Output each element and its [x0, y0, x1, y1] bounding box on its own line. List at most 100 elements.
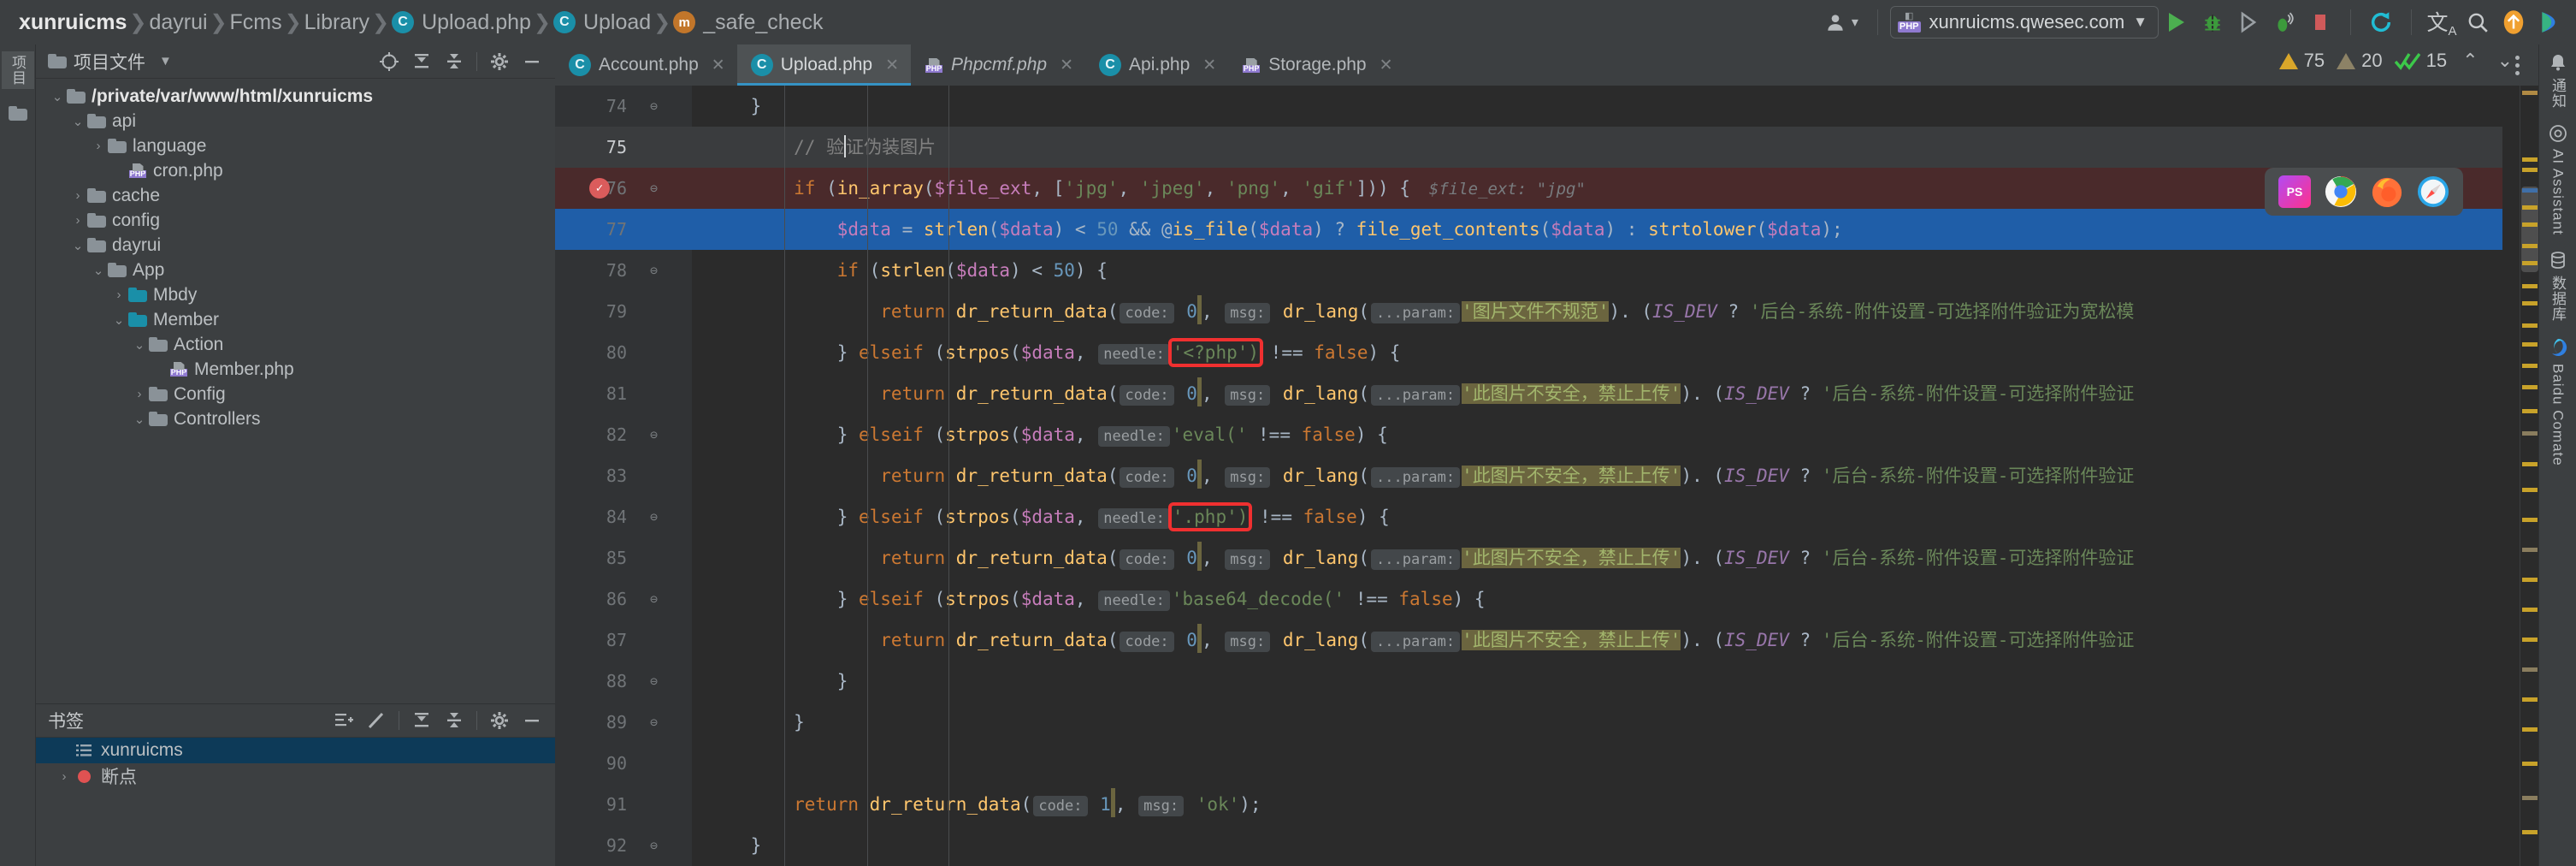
error-stripe-mark[interactable]: [2522, 796, 2538, 800]
code-line[interactable]: } elseif (strpos($data, needle:'base64_d…: [692, 578, 2502, 620]
tree-node[interactable]: › Config: [36, 382, 555, 406]
chevron-up-icon[interactable]: ⌃: [2459, 50, 2481, 72]
update-button[interactable]: [2363, 4, 2399, 40]
add-bookmark-icon[interactable]: [329, 707, 358, 734]
gutter-line[interactable]: 78 ⊖: [555, 250, 692, 291]
sidebar-item-folder[interactable]: [2, 94, 34, 132]
error-stripe-mark[interactable]: [2522, 431, 2538, 436]
gutter-line[interactable]: 75: [555, 127, 692, 168]
gutter-line[interactable]: 83: [555, 455, 692, 496]
gutter-line[interactable]: 92 ⊖: [555, 825, 692, 866]
chevron-down-icon[interactable]: ⌄: [130, 337, 149, 353]
chrome-icon[interactable]: [2325, 175, 2357, 208]
error-stripe-mark[interactable]: [2522, 762, 2538, 766]
breadcrumb-item[interactable]: m _safe_check: [673, 10, 824, 35]
code-line[interactable]: return dr_return_data(code: 0, msg: dr_l…: [692, 291, 2502, 332]
gutter-line[interactable]: 80: [555, 332, 692, 373]
code-fold-icon[interactable]: ⊖: [647, 427, 661, 442]
tree-node[interactable]: PHP cron.php: [36, 158, 555, 183]
breadcrumb-item[interactable]: Library: [304, 10, 369, 35]
tree-node[interactable]: ⌄ api: [36, 109, 555, 133]
project-panel-title[interactable]: 项目文件 ▼: [48, 49, 172, 74]
bookmarks-list[interactable]: xunruicms › 断点: [36, 738, 555, 866]
breadcrumb-item[interactable]: dayrui: [149, 10, 207, 35]
run-with-coverage-button[interactable]: [2230, 4, 2266, 40]
gutter-line[interactable]: 89 ⊖: [555, 702, 692, 743]
ai-assistant-tool-button[interactable]: AI Assistant: [2549, 124, 2567, 235]
breadcrumb-item[interactable]: xunruicms: [19, 10, 127, 35]
gutter-line[interactable]: 76 ✓ ⊖: [555, 168, 692, 209]
gutter-line[interactable]: 82 ⊖: [555, 414, 692, 455]
comate-button[interactable]: [2532, 4, 2567, 40]
code-line[interactable]: } elseif (strpos($data, needle: '<?php') …: [692, 332, 2502, 373]
phpstorm-icon[interactable]: PS: [2278, 175, 2311, 208]
error-stripe-mark[interactable]: [2522, 638, 2538, 642]
tree-node[interactable]: › cache: [36, 183, 555, 208]
code-fold-icon[interactable]: ⊖: [647, 509, 661, 525]
gutter-line[interactable]: 86 ⊖: [555, 578, 692, 620]
editor-tab[interactable]: C Account.php ✕: [555, 44, 737, 86]
editor-tab[interactable]: PHP Phpcmf.php ✕: [911, 44, 1085, 86]
close-icon[interactable]: ✕: [1060, 56, 1073, 75]
settings-gear-icon[interactable]: [485, 707, 514, 734]
error-stripe-mark[interactable]: [2522, 284, 2538, 288]
editor-tab[interactable]: PHP Storage.php ✕: [1228, 44, 1404, 86]
tree-node[interactable]: ⌄ Controllers: [36, 406, 555, 431]
gutter-line[interactable]: 88 ⊖: [555, 661, 692, 702]
expand-all-icon[interactable]: [407, 707, 436, 734]
code-line[interactable]: } elseif (strpos($data, needle:'eval(' !…: [692, 414, 2502, 455]
debug-button[interactable]: [2195, 4, 2230, 40]
firefox-icon[interactable]: [2371, 175, 2403, 208]
tree-node[interactable]: › Mbdy: [36, 282, 555, 307]
editor-tab[interactable]: C Api.php ✕: [1085, 44, 1228, 86]
chevron-down-icon[interactable]: ⌄: [89, 263, 108, 278]
error-stripe-mark[interactable]: [2522, 168, 2538, 172]
close-icon[interactable]: ✕: [1380, 56, 1393, 75]
gutter-line[interactable]: 77: [555, 209, 692, 250]
weak-warning-count[interactable]: 20: [2337, 50, 2383, 72]
chevron-right-icon[interactable]: ›: [68, 188, 87, 203]
browser-open-popup[interactable]: PS: [2265, 168, 2463, 216]
gutter-line[interactable]: 91: [555, 784, 692, 825]
breadcrumb-item[interactable]: Fcms: [230, 10, 282, 35]
error-stripe-mark[interactable]: [2522, 518, 2538, 522]
code-line[interactable]: }: [692, 702, 2502, 743]
tree-node[interactable]: ⌄ dayrui: [36, 233, 555, 258]
breakpoint-icon[interactable]: ✓: [589, 178, 610, 199]
code-fold-icon[interactable]: ⊖: [647, 181, 661, 196]
error-stripe-mark[interactable]: [2522, 323, 2538, 328]
close-icon[interactable]: ✕: [1202, 56, 1216, 75]
error-stripe-mark[interactable]: [2522, 409, 2538, 413]
edit-bookmark-icon[interactable]: [362, 707, 391, 734]
chevron-right-icon[interactable]: ›: [89, 139, 108, 153]
code-line[interactable]: }: [692, 661, 2502, 702]
breadcrumb-item[interactable]: C Upload.php: [392, 10, 531, 35]
error-stripe-mark[interactable]: [2522, 608, 2538, 612]
code-fold-icon[interactable]: ⊖: [647, 673, 661, 689]
error-stripe-mark[interactable]: [2522, 727, 2538, 732]
code-line[interactable]: } elseif (strpos($data, needle: '.php') !…: [692, 496, 2502, 537]
collapse-all-icon[interactable]: [440, 48, 469, 75]
error-stripe-mark[interactable]: [2522, 188, 2538, 193]
gutter-line[interactable]: 87: [555, 620, 692, 661]
breadcrumb-item[interactable]: C Upload: [552, 10, 651, 35]
chevron-down-icon[interactable]: ⌄: [68, 114, 87, 129]
gutter-line[interactable]: 84 ⊖: [555, 496, 692, 537]
error-stripe-mark[interactable]: [2522, 261, 2538, 265]
gutter-line[interactable]: 74 ⊖: [555, 86, 692, 127]
error-stripe-scrollbar[interactable]: [2520, 86, 2538, 866]
checks-count[interactable]: 15: [2394, 50, 2447, 72]
expand-all-icon[interactable]: [407, 48, 436, 75]
select-opened-file-icon[interactable]: [375, 48, 404, 75]
chevron-right-icon[interactable]: ›: [68, 213, 87, 228]
translate-button[interactable]: 文A: [2424, 4, 2460, 40]
editor-tab[interactable]: C Upload.php ✕: [736, 44, 912, 86]
scrollbar-thumb[interactable]: [2521, 187, 2538, 272]
code-line[interactable]: return dr_return_data(code: 0, msg: dr_l…: [692, 373, 2502, 414]
code-line[interactable]: if (in_array($file_ext, ['jpg', 'jpeg', …: [692, 168, 2502, 209]
gutter-line[interactable]: 90: [555, 743, 692, 784]
code-line[interactable]: if (strlen($data) < 50) {: [692, 250, 2502, 291]
search-everywhere-button[interactable]: [2460, 4, 2496, 40]
chevron-down-icon[interactable]: ⌄: [68, 238, 87, 253]
error-stripe-mark[interactable]: [2522, 205, 2538, 210]
